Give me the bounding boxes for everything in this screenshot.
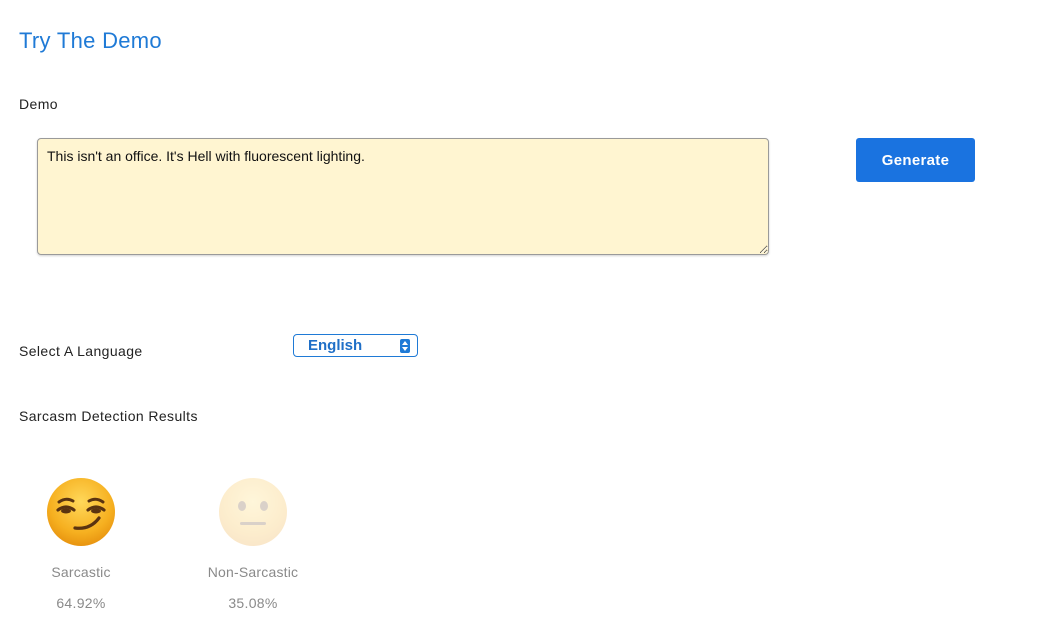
neutral-face-icon [219, 478, 287, 546]
result-sarcastic: Sarcastic 64.92% [21, 476, 141, 611]
results-section-label: Sarcasm Detection Results [19, 408, 198, 424]
language-select-value: English [308, 337, 363, 354]
result-percent: 35.08% [228, 595, 278, 611]
demo-text-input[interactable] [37, 138, 769, 255]
select-arrows-icon [400, 338, 410, 353]
language-select[interactable]: English [293, 334, 418, 357]
result-label: Non-Sarcastic [207, 564, 299, 580]
result-non-sarcastic: Non-Sarcastic 35.08% [193, 476, 313, 611]
demo-section-label: Demo [19, 96, 58, 112]
language-label: Select A Language [19, 343, 143, 359]
page-title: Try The Demo [19, 28, 162, 53]
smirking-face-icon [47, 478, 115, 546]
result-percent: 64.92% [56, 595, 106, 611]
generate-button[interactable]: Generate [856, 138, 975, 182]
result-label: Sarcastic [51, 564, 111, 580]
